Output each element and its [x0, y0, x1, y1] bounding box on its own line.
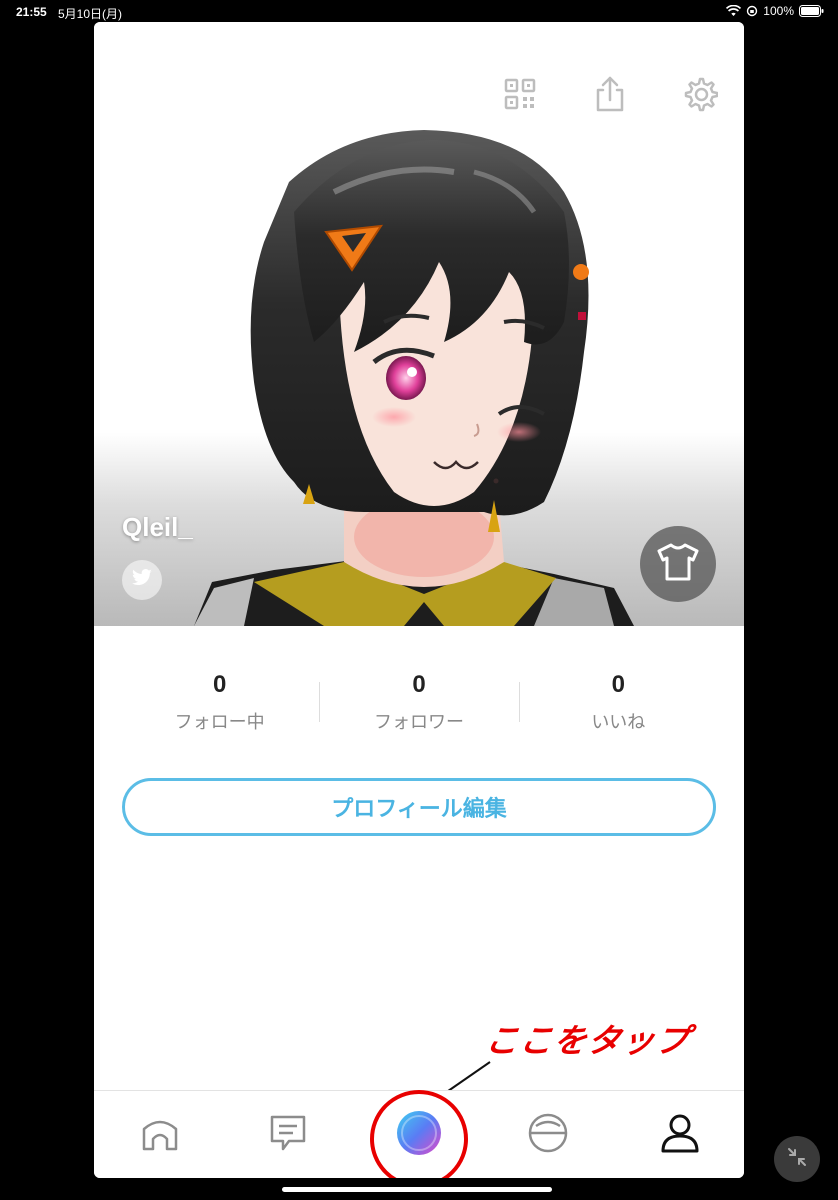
annotation-pointer-line: [437, 1061, 491, 1099]
status-bar: 21:55 5月10日(月) 100%: [0, 0, 838, 24]
wifi-icon: [726, 5, 742, 17]
tab-create[interactable]: [379, 1091, 459, 1178]
explore-ball-icon: [527, 1112, 569, 1158]
chat-icon: [267, 1112, 309, 1158]
create-icon: [395, 1109, 443, 1161]
status-indicators: 100%: [726, 4, 824, 18]
status-time: 21:55: [16, 5, 47, 19]
status-date: 5月10日(月): [58, 7, 123, 21]
tab-home[interactable]: [120, 1091, 200, 1178]
minimize-button[interactable]: [774, 1136, 820, 1182]
tab-profile[interactable]: [640, 1091, 720, 1178]
tab-explore[interactable]: [508, 1091, 588, 1178]
profile-icon: [659, 1112, 701, 1158]
app-window: Qleil_ 0 フォロー中 0 フォロワー 0 いいね プロフィール編集 ここ…: [94, 22, 744, 1178]
orientation-lock-icon: [746, 5, 758, 17]
tab-bar: [94, 1090, 744, 1178]
battery-percentage: 100%: [763, 4, 794, 18]
home-indicator[interactable]: [282, 1187, 552, 1192]
home-icon: [140, 1113, 180, 1157]
collapse-arrows-icon: [786, 1146, 808, 1172]
tab-chat[interactable]: [248, 1091, 328, 1178]
battery-icon: [799, 5, 824, 17]
